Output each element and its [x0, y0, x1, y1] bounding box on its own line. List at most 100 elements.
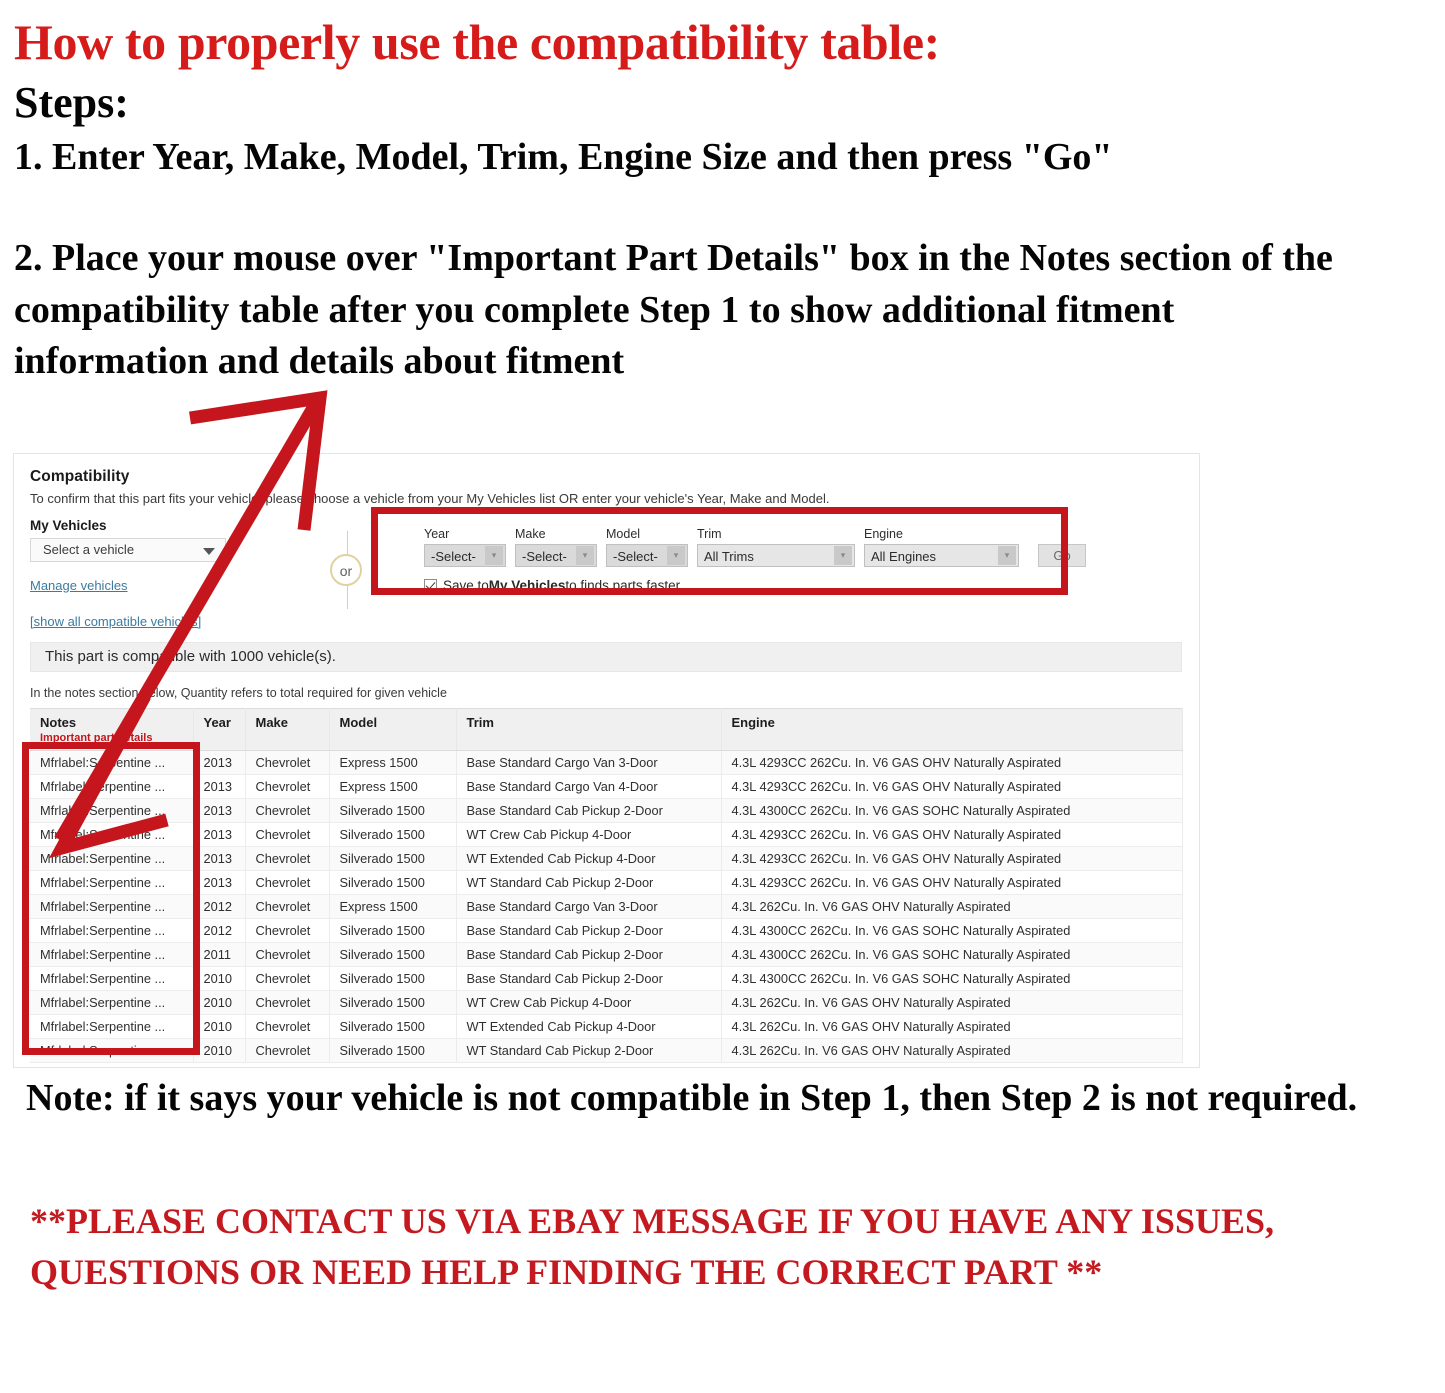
cell-engine: 4.3L 262Cu. In. V6 GAS OHV Naturally Asp… [721, 1014, 1183, 1039]
my-vehicles-column: My Vehicles Select a vehicle Manage vehi… [30, 518, 280, 629]
cell-engine: 4.3L 4293CC 262Cu. In. V6 GAS OHV Natura… [721, 870, 1183, 895]
cell-engine: 4.3L 4300CC 262Cu. In. V6 GAS SOHC Natur… [721, 966, 1183, 991]
cell-make: Chevrolet [245, 750, 330, 775]
cell-model: Silverado 1500 [329, 1014, 457, 1039]
cell-year: 2013 [193, 774, 246, 799]
cell-trim: WT Extended Cab Pickup 4-Door [456, 1014, 722, 1039]
column-header-make: Make [245, 708, 330, 751]
column-header-notes: Notes Important part details [30, 708, 194, 751]
cell-year: 2012 [193, 918, 246, 943]
compatibility-heading: Compatibility [30, 468, 130, 485]
cell-model: Express 1500 [329, 774, 457, 799]
table-row: Mfrlabel:Serpentine ... 2012 Chevrolet Expr… [30, 894, 1183, 919]
cell-trim: WT Crew Cab Pickup 4-Door [456, 990, 722, 1015]
cell-model: Silverado 1500 [329, 942, 457, 967]
cell-model: Silverado 1500 [329, 918, 457, 943]
table-row: Mfrlabel:Serpentine ... 2012 Chevrolet Silv… [30, 918, 1183, 943]
step-1-text: 1. Enter Year, Make, Model, Trim, Engine… [14, 136, 1113, 179]
or-divider: or [330, 531, 366, 609]
my-vehicles-label: My Vehicles [30, 518, 107, 533]
cell-engine: 4.3L 262Cu. In. V6 GAS OHV Naturally Asp… [721, 990, 1183, 1015]
table-row: Mfrlabel:Serpentine ... 2013 Chevrolet Silv… [30, 870, 1183, 895]
vehicle-select-value: Select a vehicle [43, 542, 135, 557]
page-title: How to properly use the compatibility ta… [14, 14, 940, 70]
cell-make: Chevrolet [245, 918, 330, 943]
cell-notes[interactable]: Mfrlabel:Serpentine ... [30, 990, 194, 1015]
cell-model: Silverado 1500 [329, 990, 457, 1015]
chevron-down-icon [203, 548, 215, 555]
column-header-engine: Engine [721, 708, 1183, 751]
cell-notes[interactable]: Mfrlabel:Serpentine ... [30, 942, 194, 967]
cell-model: Silverado 1500 [329, 822, 457, 847]
cell-notes[interactable]: Mfrlabel:Serpentine ... [30, 870, 194, 895]
cell-trim: Base Standard Cab Pickup 2-Door [456, 966, 722, 991]
compatibility-subtitle: To confirm that this part fits your vehi… [30, 491, 830, 506]
cell-year: 2013 [193, 750, 246, 775]
cell-notes[interactable]: Mfrlabel:Serpentine ... [30, 1038, 194, 1063]
cell-trim: Base Standard Cargo Van 3-Door [456, 894, 722, 919]
cell-engine: 4.3L 4300CC 262Cu. In. V6 GAS SOHC Natur… [721, 798, 1183, 823]
cell-make: Chevrolet [245, 774, 330, 799]
cell-engine: 4.3L 4293CC 262Cu. In. V6 GAS OHV Natura… [721, 774, 1183, 799]
cell-notes[interactable]: Mfrlabel:Serpentine ... [30, 774, 194, 799]
cell-model: Silverado 1500 [329, 966, 457, 991]
cell-make: Chevrolet [245, 990, 330, 1015]
steps-label: Steps: [14, 78, 129, 127]
cell-year: 2012 [193, 894, 246, 919]
cell-trim: WT Standard Cab Pickup 2-Door [456, 870, 722, 895]
footer-note-text: Note: if it says your vehicle is not com… [26, 1077, 1358, 1119]
table-row: Mfrlabel:Serpentine ... 2013 Chevrolet Silv… [30, 822, 1183, 847]
cell-trim: Base Standard Cab Pickup 2-Door [456, 918, 722, 943]
cell-make: Chevrolet [245, 894, 330, 919]
table-row: Mfrlabel:Serpentine ... 2011 Chevrolet Silv… [30, 942, 1183, 967]
cell-make: Chevrolet [245, 966, 330, 991]
cell-model: Express 1500 [329, 894, 457, 919]
cell-year: 2013 [193, 870, 246, 895]
cell-make: Chevrolet [245, 822, 330, 847]
table-row: Mfrlabel:Serpentine ... 2013 Chevrolet Expr… [30, 774, 1183, 799]
table-row: Mfrlabel:Serpentine ... 2013 Chevrolet Expr… [30, 750, 1183, 775]
manage-vehicles-link[interactable]: Manage vehicles [30, 578, 280, 593]
table-header-row: Notes Important part details Year Make M… [30, 708, 1183, 751]
table-row: Mfrlabel:Serpentine ... 2010 Chevrolet Silv… [30, 966, 1183, 991]
column-header-trim: Trim [456, 708, 722, 751]
table-row: Mfrlabel:Serpentine ... 2013 Chevrolet Silv… [30, 798, 1183, 823]
cell-notes[interactable]: Mfrlabel:Serpentine ... [30, 798, 194, 823]
cell-make: Chevrolet [245, 798, 330, 823]
cell-engine: 4.3L 262Cu. In. V6 GAS OHV Naturally Asp… [721, 1038, 1183, 1063]
table-row: Mfrlabel:Serpentine ... 2013 Chevrolet Silv… [30, 846, 1183, 871]
cell-trim: Base Standard Cab Pickup 2-Door [456, 798, 722, 823]
cell-trim: Base Standard Cab Pickup 2-Door [456, 942, 722, 967]
cell-year: 2013 [193, 846, 246, 871]
cell-year: 2010 [193, 1014, 246, 1039]
cell-notes[interactable]: Mfrlabel:Serpentine ... [30, 750, 194, 775]
table-row: Mfrlabel:Serpentine ... 2010 Chevrolet Silv… [30, 990, 1183, 1015]
cell-notes[interactable]: Mfrlabel:Serpentine ... [30, 822, 194, 847]
cell-year: 2010 [193, 990, 246, 1015]
show-all-compatible-vehicles-link[interactable]: [show all compatible vehicles] [30, 614, 280, 629]
cell-notes[interactable]: Mfrlabel:Serpentine ... [30, 894, 194, 919]
cell-notes[interactable]: Mfrlabel:Serpentine ... [30, 966, 194, 991]
cell-notes[interactable]: Mfrlabel:Serpentine ... [30, 918, 194, 943]
cell-notes[interactable]: Mfrlabel:Serpentine ... [30, 846, 194, 871]
cell-model: Silverado 1500 [329, 798, 457, 823]
cell-make: Chevrolet [245, 870, 330, 895]
column-header-year: Year [193, 708, 246, 751]
or-label: or [330, 554, 362, 586]
vehicle-select-dropdown[interactable]: Select a vehicle [30, 538, 226, 562]
cell-year: 2013 [193, 822, 246, 847]
cell-engine: 4.3L 4293CC 262Cu. In. V6 GAS OHV Natura… [721, 822, 1183, 847]
notes-quantity-hint: In the notes section below, Quantity ref… [30, 686, 447, 700]
cell-trim: WT Standard Cab Pickup 2-Door [456, 1038, 722, 1063]
compatible-count-banner: This part is compatible with 1000 vehicl… [30, 642, 1182, 672]
cell-year: 2010 [193, 966, 246, 991]
red-highlight-box-finder [371, 507, 1068, 595]
cell-notes[interactable]: Mfrlabel:Serpentine ... [30, 1014, 194, 1039]
cell-make: Chevrolet [245, 846, 330, 871]
cell-year: 2010 [193, 1038, 246, 1063]
cell-model: Silverado 1500 [329, 846, 457, 871]
cell-model: Express 1500 [329, 750, 457, 775]
cell-year: 2011 [193, 942, 246, 967]
cell-engine: 4.3L 4300CC 262Cu. In. V6 GAS SOHC Natur… [721, 942, 1183, 967]
important-part-details-label: Important part details [40, 732, 153, 744]
